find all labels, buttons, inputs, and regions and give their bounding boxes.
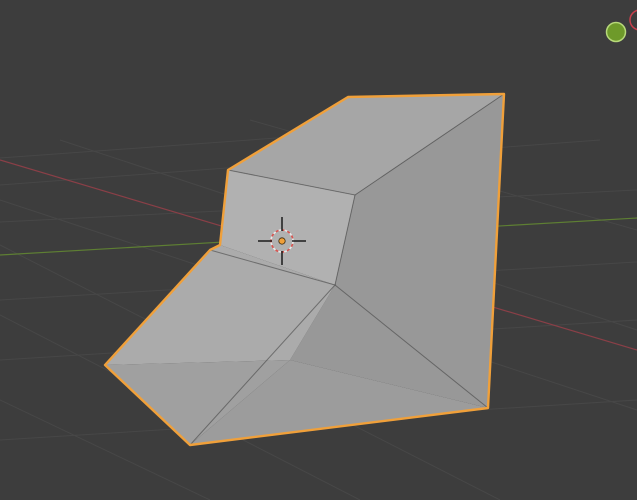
mesh-object[interactable] [103, 92, 506, 447]
gizmo-x-axis-ball[interactable] [629, 9, 637, 31]
navigation-gizmo[interactable] [605, 9, 637, 43]
gizmo-y-axis-ball[interactable] [605, 21, 627, 43]
object-origin-dot [278, 237, 286, 245]
3d-viewport[interactable] [0, 0, 637, 500]
viewport-scene[interactable] [0, 0, 637, 500]
